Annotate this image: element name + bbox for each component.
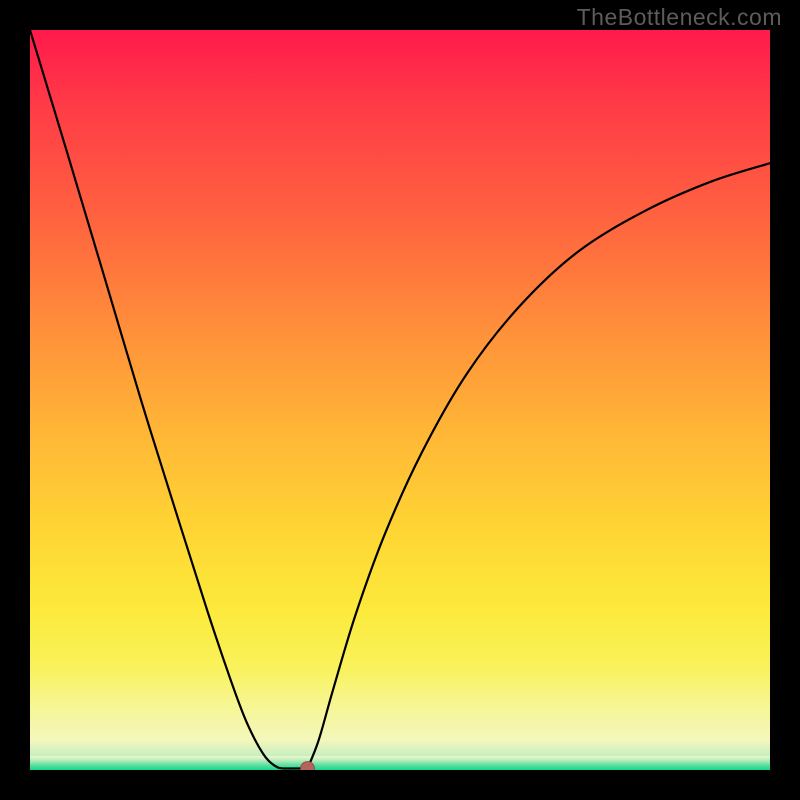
- watermark-text: TheBottleneck.com: [577, 4, 782, 31]
- chart-frame: TheBottleneck.com: [0, 0, 800, 800]
- bottleneck-curve: [30, 30, 770, 770]
- optimum-marker-dot: [301, 762, 315, 770]
- curve-svg: [30, 30, 770, 770]
- plot-area: [30, 30, 770, 770]
